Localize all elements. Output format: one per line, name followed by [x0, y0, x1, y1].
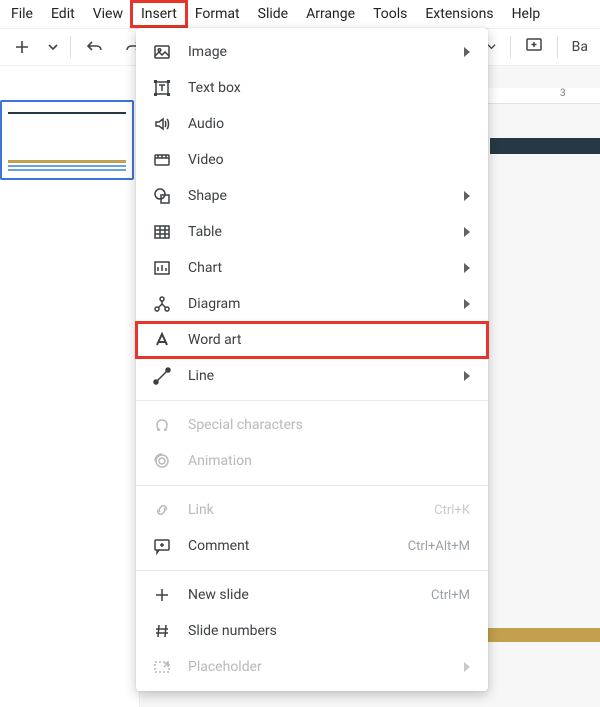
- menu-item-animation: Animation: [136, 443, 488, 479]
- table-icon: [152, 222, 172, 242]
- placeholder-icon: [152, 657, 172, 677]
- thumb-decoration: [8, 112, 126, 114]
- menu-item-label: Special characters: [188, 417, 470, 433]
- menu-item-shortcut: Ctrl+M: [431, 588, 470, 603]
- undo-button[interactable]: [81, 33, 109, 61]
- menu-slide[interactable]: Slide: [249, 2, 297, 26]
- chart-icon: [152, 258, 172, 278]
- toolbar-separator: [70, 36, 71, 58]
- menu-item-label: Animation: [188, 453, 470, 469]
- chevron-right-icon: [464, 191, 470, 201]
- line-icon: [152, 366, 172, 386]
- menu-item-specialchars: Special characters: [136, 407, 488, 443]
- menubar: File Edit View Insert Format Slide Arran…: [0, 0, 600, 28]
- thumb-decoration: [8, 165, 126, 167]
- menu-item-slidenumbers[interactable]: Slide numbers: [136, 613, 488, 649]
- shape-icon: [152, 186, 172, 206]
- menu-item-label: Diagram: [188, 296, 454, 312]
- chevron-right-icon: [464, 263, 470, 273]
- thumb-decoration: [8, 169, 126, 171]
- menu-item-placeholder: Placeholder: [136, 649, 488, 685]
- menu-item-label: Word art: [188, 332, 470, 348]
- menu-divider: [136, 570, 488, 571]
- menu-file[interactable]: File: [2, 2, 42, 26]
- new-slide-dropdown[interactable]: [46, 33, 60, 61]
- animation-icon: [152, 451, 172, 471]
- textbox-icon: [152, 78, 172, 98]
- background-button[interactable]: Ba: [572, 39, 588, 55]
- chevron-right-icon: [464, 299, 470, 309]
- menu-item-comment[interactable]: Comment Ctrl+Alt+M: [136, 528, 488, 564]
- menu-edit[interactable]: Edit: [42, 2, 84, 26]
- menu-item-label: Placeholder: [188, 659, 454, 675]
- menu-item-label: Shape: [188, 188, 454, 204]
- menu-item-label: Image: [188, 44, 454, 60]
- image-icon: [152, 42, 172, 62]
- menu-divider: [136, 485, 488, 486]
- menu-item-table[interactable]: Table: [136, 214, 488, 250]
- menu-view[interactable]: View: [84, 2, 132, 26]
- menu-item-newslide[interactable]: New slide Ctrl+M: [136, 577, 488, 613]
- menu-item-shortcut: Ctrl+K: [434, 503, 470, 518]
- ruler-tick-3: 3: [560, 88, 566, 99]
- chevron-right-icon: [464, 227, 470, 237]
- wordart-icon: [152, 330, 172, 350]
- audio-icon: [152, 114, 172, 134]
- menu-item-label: Slide numbers: [188, 623, 470, 639]
- menu-item-label: Comment: [188, 538, 408, 554]
- menu-item-video[interactable]: Video: [136, 142, 488, 178]
- menu-item-label: Text box: [188, 80, 470, 96]
- toolbar-separator-2: [510, 36, 511, 58]
- menu-item-label: New slide: [188, 587, 431, 603]
- thumb-decoration: [8, 160, 126, 163]
- diagram-icon: [152, 294, 172, 314]
- menu-item-chart[interactable]: Chart: [136, 250, 488, 286]
- slide-thumbnail-1[interactable]: [0, 100, 134, 180]
- menu-item-label: Link: [188, 502, 434, 518]
- menu-item-label: Line: [188, 368, 454, 384]
- menu-item-label: Chart: [188, 260, 454, 276]
- link-icon: [152, 500, 172, 520]
- insert-dropdown: Image Text box Audio Video Shape Table: [136, 28, 488, 691]
- menu-insert[interactable]: Insert: [132, 2, 186, 26]
- menu-help[interactable]: Help: [503, 2, 550, 26]
- slide-element-dark-bar: [490, 138, 600, 154]
- menu-extensions[interactable]: Extensions: [416, 2, 502, 26]
- video-icon: [152, 150, 172, 170]
- chevron-right-icon: [464, 47, 470, 57]
- menu-item-textbox[interactable]: Text box: [136, 70, 488, 106]
- menu-item-label: Table: [188, 224, 454, 240]
- menu-item-audio[interactable]: Audio: [136, 106, 488, 142]
- slide-thumbnail-panel: [0, 66, 140, 707]
- menu-arrange[interactable]: Arrange: [297, 2, 364, 26]
- menu-item-label: Video: [188, 152, 470, 168]
- comment-tool-icon[interactable]: [525, 36, 543, 58]
- omega-icon: [152, 415, 172, 435]
- plus-icon: [152, 585, 172, 605]
- menu-tools[interactable]: Tools: [364, 2, 416, 26]
- menu-item-shape[interactable]: Shape: [136, 178, 488, 214]
- menu-item-diagram[interactable]: Diagram: [136, 286, 488, 322]
- chevron-right-icon: [464, 662, 470, 672]
- chevron-right-icon: [464, 371, 470, 381]
- new-slide-button[interactable]: [8, 33, 36, 61]
- toolbar-separator-3: [557, 36, 558, 58]
- hash-icon: [152, 621, 172, 641]
- menu-item-link: Link Ctrl+K: [136, 492, 488, 528]
- menu-item-line[interactable]: Line: [136, 358, 488, 394]
- menu-divider: [136, 400, 488, 401]
- line-tool-dropdown[interactable]: [487, 39, 496, 55]
- menu-item-label: Audio: [188, 116, 470, 132]
- menu-item-shortcut: Ctrl+Alt+M: [408, 539, 470, 554]
- menu-item-image[interactable]: Image: [136, 34, 488, 70]
- menu-item-wordart[interactable]: Word art: [136, 322, 488, 358]
- comment-icon: [152, 536, 172, 556]
- menu-format[interactable]: Format: [186, 2, 249, 26]
